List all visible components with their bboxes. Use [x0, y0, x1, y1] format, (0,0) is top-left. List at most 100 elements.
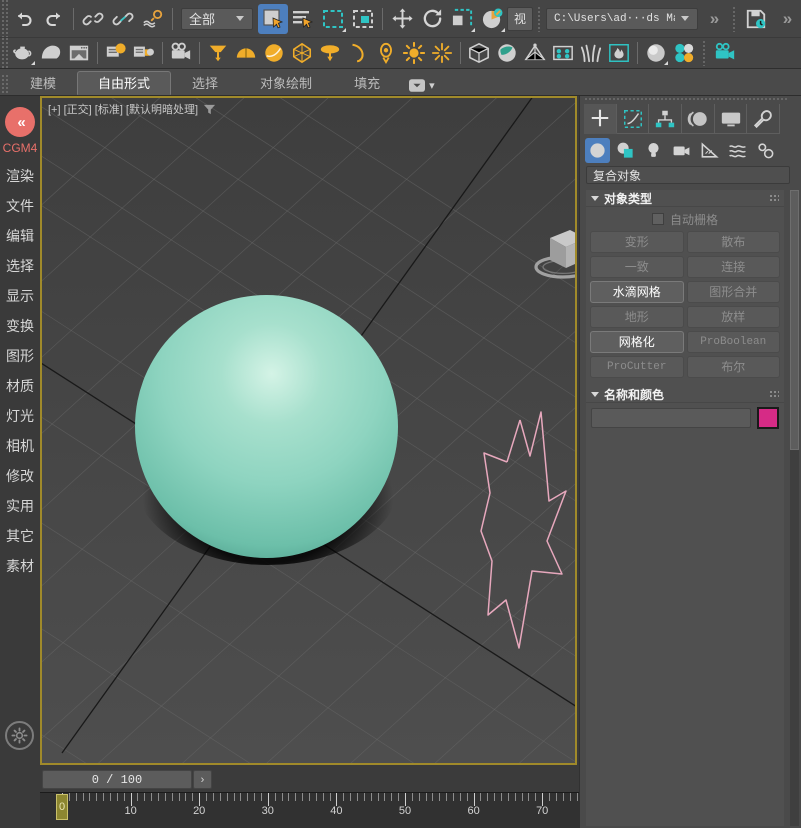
- rectangular-select-region-button[interactable]: [318, 4, 348, 34]
- select-and-move-button[interactable]: [387, 4, 417, 34]
- object-button-proboolean[interactable]: ProBoolean: [686, 331, 780, 353]
- sidebar-item-render[interactable]: 渲染: [0, 161, 40, 191]
- light-disc-icon[interactable]: [316, 39, 344, 67]
- hierarchy-tab[interactable]: [649, 104, 683, 134]
- select-and-rotate-button[interactable]: [417, 4, 447, 34]
- light-area-icon[interactable]: [344, 39, 372, 67]
- sidebar-item-modify[interactable]: 修改: [0, 461, 40, 491]
- sidebar-item-camera[interactable]: 相机: [0, 431, 40, 461]
- sphere-object[interactable]: [135, 295, 398, 558]
- bind-to-space-warp-button[interactable]: [138, 4, 168, 34]
- select-and-scale-button[interactable]: [447, 4, 477, 34]
- sidebar-item-edit[interactable]: 编辑: [0, 221, 40, 251]
- display-tab[interactable]: [715, 104, 748, 134]
- toolbar-overflow-button[interactable]: »: [698, 4, 728, 34]
- space-warps-button[interactable]: [725, 138, 750, 163]
- reference-coordinate-combo[interactable]: 视: [507, 6, 533, 31]
- rollout-grip[interactable]: [769, 390, 779, 398]
- systems-button[interactable]: [753, 138, 778, 163]
- light-geo-icon[interactable]: [288, 39, 316, 67]
- tab-modeling[interactable]: 建模: [9, 71, 77, 95]
- create-tab[interactable]: [584, 104, 617, 134]
- object-button-boolean[interactable]: 布尔: [686, 356, 780, 378]
- hair-fur-icon[interactable]: [577, 39, 605, 67]
- select-and-place-button[interactable]: [477, 4, 507, 34]
- select-by-name-button[interactable]: [288, 4, 318, 34]
- next-frame-button[interactable]: ›: [193, 770, 212, 789]
- time-slider-playhead[interactable]: 0: [56, 794, 68, 820]
- tab-freeform[interactable]: 自由形式: [77, 71, 172, 95]
- tab-object-paint[interactable]: 对象绘制: [239, 71, 333, 95]
- cameras-button[interactable]: [669, 138, 694, 163]
- viewport-label-bar[interactable]: [+] [正交] [标准] [默认明暗处理]: [48, 101, 216, 117]
- camera-icon[interactable]: [167, 39, 195, 67]
- object-button-mesher[interactable]: 网格化: [590, 331, 684, 353]
- sunlight-icon[interactable]: [428, 39, 456, 67]
- light-sphere-icon[interactable]: [260, 39, 288, 67]
- name-and-color-rollout-header[interactable]: 名称和颜色: [586, 386, 784, 403]
- object-name-input[interactable]: [591, 408, 751, 428]
- sidebar-item-utility[interactable]: 实用: [0, 491, 40, 521]
- sidebar-item-other[interactable]: 其它: [0, 521, 40, 551]
- sidebar-item-lights[interactable]: 灯光: [0, 401, 40, 431]
- geometry-button[interactable]: [585, 137, 610, 163]
- container-icon[interactable]: [65, 39, 93, 67]
- command-panel-scrollbar[interactable]: [790, 190, 799, 826]
- sidebar-item-select[interactable]: 选择: [0, 251, 40, 281]
- toolbar-grip[interactable]: [702, 40, 707, 66]
- light-photometric-icon[interactable]: [372, 39, 400, 67]
- redo-button[interactable]: [39, 4, 69, 34]
- selection-filter-combo[interactable]: 全部: [181, 7, 253, 30]
- viewport[interactable]: z y x [+] [正交] [标准] [默认明暗处理]: [40, 96, 577, 765]
- fire-effect-icon[interactable]: [605, 39, 633, 67]
- render-frame-icon[interactable]: [549, 39, 577, 67]
- tab-populate[interactable]: 填充: [333, 71, 401, 95]
- sidebar-item-assets[interactable]: 素材: [0, 551, 40, 581]
- material-sphere-icon[interactable]: [493, 39, 521, 67]
- star-spline-object[interactable]: [462, 388, 577, 678]
- scene-explorer-icon[interactable]: [130, 39, 158, 67]
- helpers-button[interactable]: [697, 138, 722, 163]
- render-preview-icon[interactable]: [642, 39, 670, 67]
- sidebar-item-file[interactable]: 文件: [0, 191, 40, 221]
- rollout-grip[interactable]: [769, 194, 779, 202]
- box-icon[interactable]: [465, 39, 493, 67]
- ribbon-minimize-button[interactable]: ▾: [401, 79, 443, 95]
- undo-button[interactable]: [9, 4, 39, 34]
- object-button-loft[interactable]: 放样: [686, 306, 780, 328]
- toolbar-grip[interactable]: [0, 38, 9, 68]
- toolbar-overflow2-button[interactable]: »: [771, 4, 801, 34]
- light-spot-icon[interactable]: [204, 39, 232, 67]
- sidebar-item-transform[interactable]: 变换: [0, 311, 40, 341]
- toolbar-grip[interactable]: [0, 0, 9, 37]
- render-setup-icon[interactable]: [521, 39, 549, 67]
- select-and-link-button[interactable]: [78, 4, 108, 34]
- autogrid-row[interactable]: 自动栅格: [586, 207, 784, 231]
- object-button-conform[interactable]: 一致: [590, 256, 684, 278]
- light-dome-icon[interactable]: [232, 39, 260, 67]
- object-button-procutter[interactable]: ProCutter: [590, 356, 684, 378]
- select-object-button[interactable]: [258, 3, 288, 34]
- quick-save-button[interactable]: [741, 4, 771, 34]
- lights-button[interactable]: [641, 138, 666, 163]
- sidebar-item-material[interactable]: 材质: [0, 371, 40, 401]
- current-frame-field[interactable]: 0 / 100: [42, 770, 192, 789]
- project-path-combo[interactable]: C:\Users\ad···ds Max 2023: [546, 7, 698, 30]
- viewport-filter-icon[interactable]: [203, 103, 216, 116]
- scrollbar-thumb[interactable]: [790, 190, 799, 450]
- modify-tab[interactable]: [617, 104, 650, 134]
- object-button-morph[interactable]: 变形: [590, 231, 684, 253]
- sidebar-item-display[interactable]: 显示: [0, 281, 40, 311]
- cgm4-logo-icon[interactable]: «: [5, 107, 35, 137]
- autogrid-checkbox[interactable]: [651, 213, 664, 225]
- sidebar-item-shapes[interactable]: 图形: [0, 341, 40, 371]
- object-button-scatter[interactable]: 散布: [686, 231, 780, 253]
- object-category-combo[interactable]: 复合对象: [586, 166, 790, 184]
- tab-selection[interactable]: 选择: [171, 71, 239, 95]
- object-button-connect[interactable]: 连接: [686, 256, 780, 278]
- object-type-rollout-header[interactable]: 对象类型: [586, 190, 784, 207]
- layer-explorer-icon[interactable]: [102, 39, 130, 67]
- motion-tab[interactable]: [682, 104, 715, 134]
- shapes-button[interactable]: [613, 138, 638, 163]
- render-camera-icon[interactable]: [711, 39, 739, 67]
